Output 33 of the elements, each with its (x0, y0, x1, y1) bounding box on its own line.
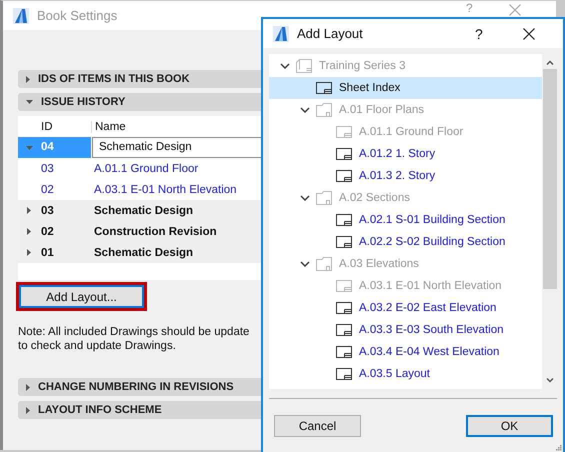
table-cell-text: Schematic Design (93, 204, 194, 216)
section-title: IDS OF ITEMS IN THIS BOOK (38, 73, 190, 85)
table-cell-text: 01 (40, 246, 55, 258)
tree-item-label: A.01 Floor Plans (339, 104, 424, 116)
table-cell-text: 03 (40, 162, 55, 174)
window-title: Book Settings (37, 8, 118, 23)
tree-item-label: A.03.4 E-04 West Elevation (359, 346, 500, 358)
section-title: LAYOUT INFO SCHEME (38, 404, 162, 416)
tree-item-label: Training Series 3 (319, 60, 406, 72)
column-header: ID (40, 120, 54, 132)
table-cell-text: A.01.1 Ground Floor (93, 162, 200, 174)
table-cell-text: Schematic Design (93, 246, 194, 258)
tree-item-label: A.03.3 E-03 South Elevation (359, 324, 504, 336)
tree-item-label: A.02.1 S-01 Building Section (359, 214, 506, 226)
table-cell-text: A.03.1 E-01 North Elevation (93, 184, 238, 196)
tree-item-label: A.01.3 2. Story (359, 170, 436, 182)
table-cell-text: 02 (40, 184, 55, 196)
table-cell-text: Construction Revision (93, 226, 218, 238)
tree-item-label: A.01.2 1. Story (359, 148, 436, 160)
tree-item-label: A.02.2 S-02 Building Section (359, 236, 506, 248)
tree-item-label: Sheet Index (339, 82, 400, 94)
note-text: Note: All included Drawings should be update to check and update Drawings. (18, 325, 250, 353)
table-cell-text: 02 (40, 226, 55, 238)
tree-item-label: A.03.5 Layout (359, 368, 430, 380)
tree-item-label: A.03.2 E-02 East Elevation (359, 302, 496, 314)
tree-item-label: A.03 Elevations (339, 258, 419, 270)
tree-item-label: A.02 Sections (339, 192, 410, 204)
section-title: CHANGE NUMBERING IN REVISIONS (38, 381, 234, 393)
table-cell-text: 03 (40, 204, 55, 216)
table-cell: 04 (40, 137, 91, 158)
dialog-title: Add Layout (297, 26, 364, 41)
tree-item-label: A.03.1 E-01 North Elevation (359, 280, 502, 292)
section-title: ISSUE HISTORY (41, 96, 126, 108)
